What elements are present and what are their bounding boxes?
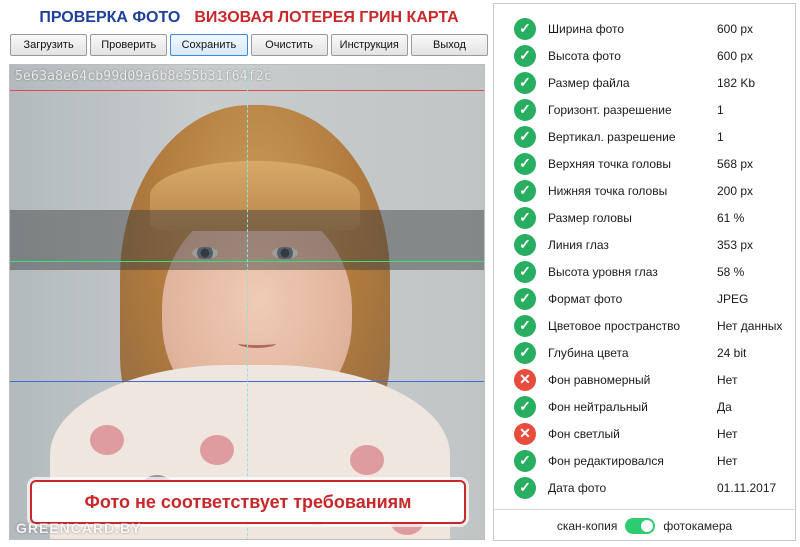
- instructions-button[interactable]: Инструкция: [330, 34, 408, 56]
- param-row: ✓ Высота уровня глаз 58 %: [494, 258, 795, 285]
- load-button[interactable]: Загрузить: [10, 34, 88, 56]
- param-row: ✓ Высота фото 600 px: [494, 42, 795, 69]
- check-button[interactable]: Проверить: [90, 34, 168, 56]
- check-icon: ✓: [514, 449, 536, 472]
- title-photo-check: ПРОВЕРКА ФОТО: [39, 9, 181, 26]
- app-title: ПРОВЕРКА ФОТО ВИЗОВАЯ ЛОТЕРЕЯ ГРИН КАРТА: [10, 6, 488, 30]
- param-label: Фон светлый: [548, 426, 620, 441]
- toggle-knob: [641, 519, 654, 532]
- param-label: Высота уровня глаз: [548, 264, 658, 279]
- parameters-list: ✓ Ширина фото 600 px ✓ Высота фото 600 px ✓ Раз…: [494, 15, 795, 501]
- check-icon: ✓: [514, 152, 536, 175]
- param-label: Ширина фото: [548, 21, 625, 36]
- source-switch: скан-копия фотокамера: [494, 509, 795, 541]
- param-label: Нижняя точка головы: [548, 183, 668, 198]
- param-label: Цветовое пространство: [548, 318, 681, 333]
- cross-icon: ✕: [514, 368, 536, 391]
- param-row: ✓ Нижняя точка головы 200 px: [494, 177, 795, 204]
- param-label: Фон нейтральный: [548, 399, 648, 414]
- param-value: 600 px: [717, 48, 754, 63]
- check-icon: ✓: [514, 44, 536, 67]
- check-icon: ✓: [514, 17, 536, 40]
- param-value: 353 px: [717, 237, 754, 252]
- param-row: ✓ Линия глаз 353 px: [494, 231, 795, 258]
- watermark: GREENCARD.BY: [16, 520, 142, 536]
- photo-preview: 5e63a8e64cb99d09a6b8e55b31f64f2c Фото не…: [9, 64, 485, 540]
- param-label: Верхняя точка головы: [548, 156, 672, 171]
- param-row: ✓ Глубина цвета 24 bit: [494, 339, 795, 366]
- param-value: 61 %: [717, 210, 745, 225]
- param-label: Дата фото: [548, 480, 607, 495]
- param-value: Нет: [717, 426, 738, 441]
- param-value: 24 bit: [717, 345, 747, 360]
- check-icon: ✓: [514, 287, 536, 310]
- param-value: 01.11.2017: [717, 480, 777, 495]
- validation-alert: Фото не соответствует требованиям: [30, 480, 466, 524]
- param-row: ✓ Верхняя точка головы 568 px: [494, 150, 795, 177]
- check-icon: ✓: [514, 341, 536, 364]
- param-row: ✓ Дата фото 01.11.2017: [494, 474, 795, 501]
- param-row: ✕ Фон светлый Нет: [494, 420, 795, 447]
- check-icon: ✓: [514, 125, 536, 148]
- switch-label-scan: скан-копия: [556, 518, 618, 533]
- param-row: ✓ Горизонт. разрешение 1: [494, 96, 795, 123]
- param-value: 58 %: [717, 264, 745, 279]
- parameters-panel: ✓ Ширина фото 600 px ✓ Высота фото 600 px ✓ Раз…: [493, 3, 796, 541]
- check-icon: ✓: [514, 314, 536, 337]
- validation-alert-text: Фото не соответствует требованиям: [84, 491, 412, 512]
- param-row: ✓ Размер головы 61 %: [494, 204, 795, 231]
- check-icon: ✓: [514, 260, 536, 283]
- hoodie-dot: [350, 445, 384, 475]
- check-icon: ✓: [514, 395, 536, 418]
- param-label: Размер файла: [548, 75, 630, 90]
- param-value: 600 px: [717, 21, 754, 36]
- param-value: JPEG: [717, 291, 749, 306]
- param-label: Линия глаз: [548, 237, 609, 252]
- check-icon: ✓: [514, 71, 536, 94]
- photo-mouth: [238, 339, 276, 348]
- photo-hash: 5e63a8e64cb99d09a6b8e55b31f64f2c: [15, 69, 272, 84]
- param-label: Высота фото: [548, 48, 621, 63]
- param-label: Размер головы: [548, 210, 632, 225]
- param-row: ✓ Размер файла 182 Kb: [494, 69, 795, 96]
- param-value: Нет: [717, 453, 738, 468]
- param-value: 182 Kb: [717, 75, 756, 90]
- param-label: Горизонт. разрешение: [548, 102, 672, 117]
- param-value: Нет: [717, 372, 738, 387]
- save-button[interactable]: Сохранить: [170, 34, 248, 56]
- check-icon: ✓: [514, 179, 536, 202]
- param-row: ✓ Цветовое пространство Нет данных: [494, 312, 795, 339]
- param-label: Формат фото: [548, 291, 623, 306]
- toolbar: Загрузить Проверить Сохранить Очистить И…: [10, 34, 489, 56]
- switch-label-camera: фотокамера: [663, 518, 733, 533]
- param-value: Нет данных: [717, 318, 783, 333]
- param-label: Фон редактировался: [548, 453, 664, 468]
- param-row: ✕ Фон равномерный Нет: [494, 366, 795, 393]
- hoodie-dot: [90, 425, 124, 455]
- source-toggle[interactable]: [625, 517, 656, 534]
- param-row: ✓ Ширина фото 600 px: [494, 15, 795, 42]
- check-icon: ✓: [514, 206, 536, 229]
- exit-button[interactable]: Выход: [410, 34, 489, 56]
- param-row: ✓ Фон редактировался Нет: [494, 447, 795, 474]
- param-value: 568 px: [717, 156, 754, 171]
- cross-icon: ✕: [514, 422, 536, 445]
- param-label: Глубина цвета: [548, 345, 629, 360]
- check-icon: ✓: [514, 476, 536, 499]
- param-value: 200 px: [717, 183, 754, 198]
- param-label: Вертикал. разрешение: [548, 129, 676, 144]
- title-green-card: ВИЗОВАЯ ЛОТЕРЕЯ ГРИН КАРТА: [194, 9, 459, 26]
- center-guide-line: [247, 65, 248, 539]
- param-label: Фон равномерный: [548, 372, 651, 387]
- param-row: ✓ Вертикал. разрешение 1: [494, 123, 795, 150]
- param-value: 1: [717, 102, 724, 117]
- param-row: ✓ Формат фото JPEG: [494, 285, 795, 312]
- param-row: ✓ Фон нейтральный Да: [494, 393, 795, 420]
- check-icon: ✓: [514, 98, 536, 121]
- hoodie-dot: [200, 435, 234, 465]
- param-value: Да: [717, 399, 732, 414]
- param-value: 1: [717, 129, 724, 144]
- check-icon: ✓: [514, 233, 536, 256]
- clear-button[interactable]: Очистить: [250, 34, 328, 56]
